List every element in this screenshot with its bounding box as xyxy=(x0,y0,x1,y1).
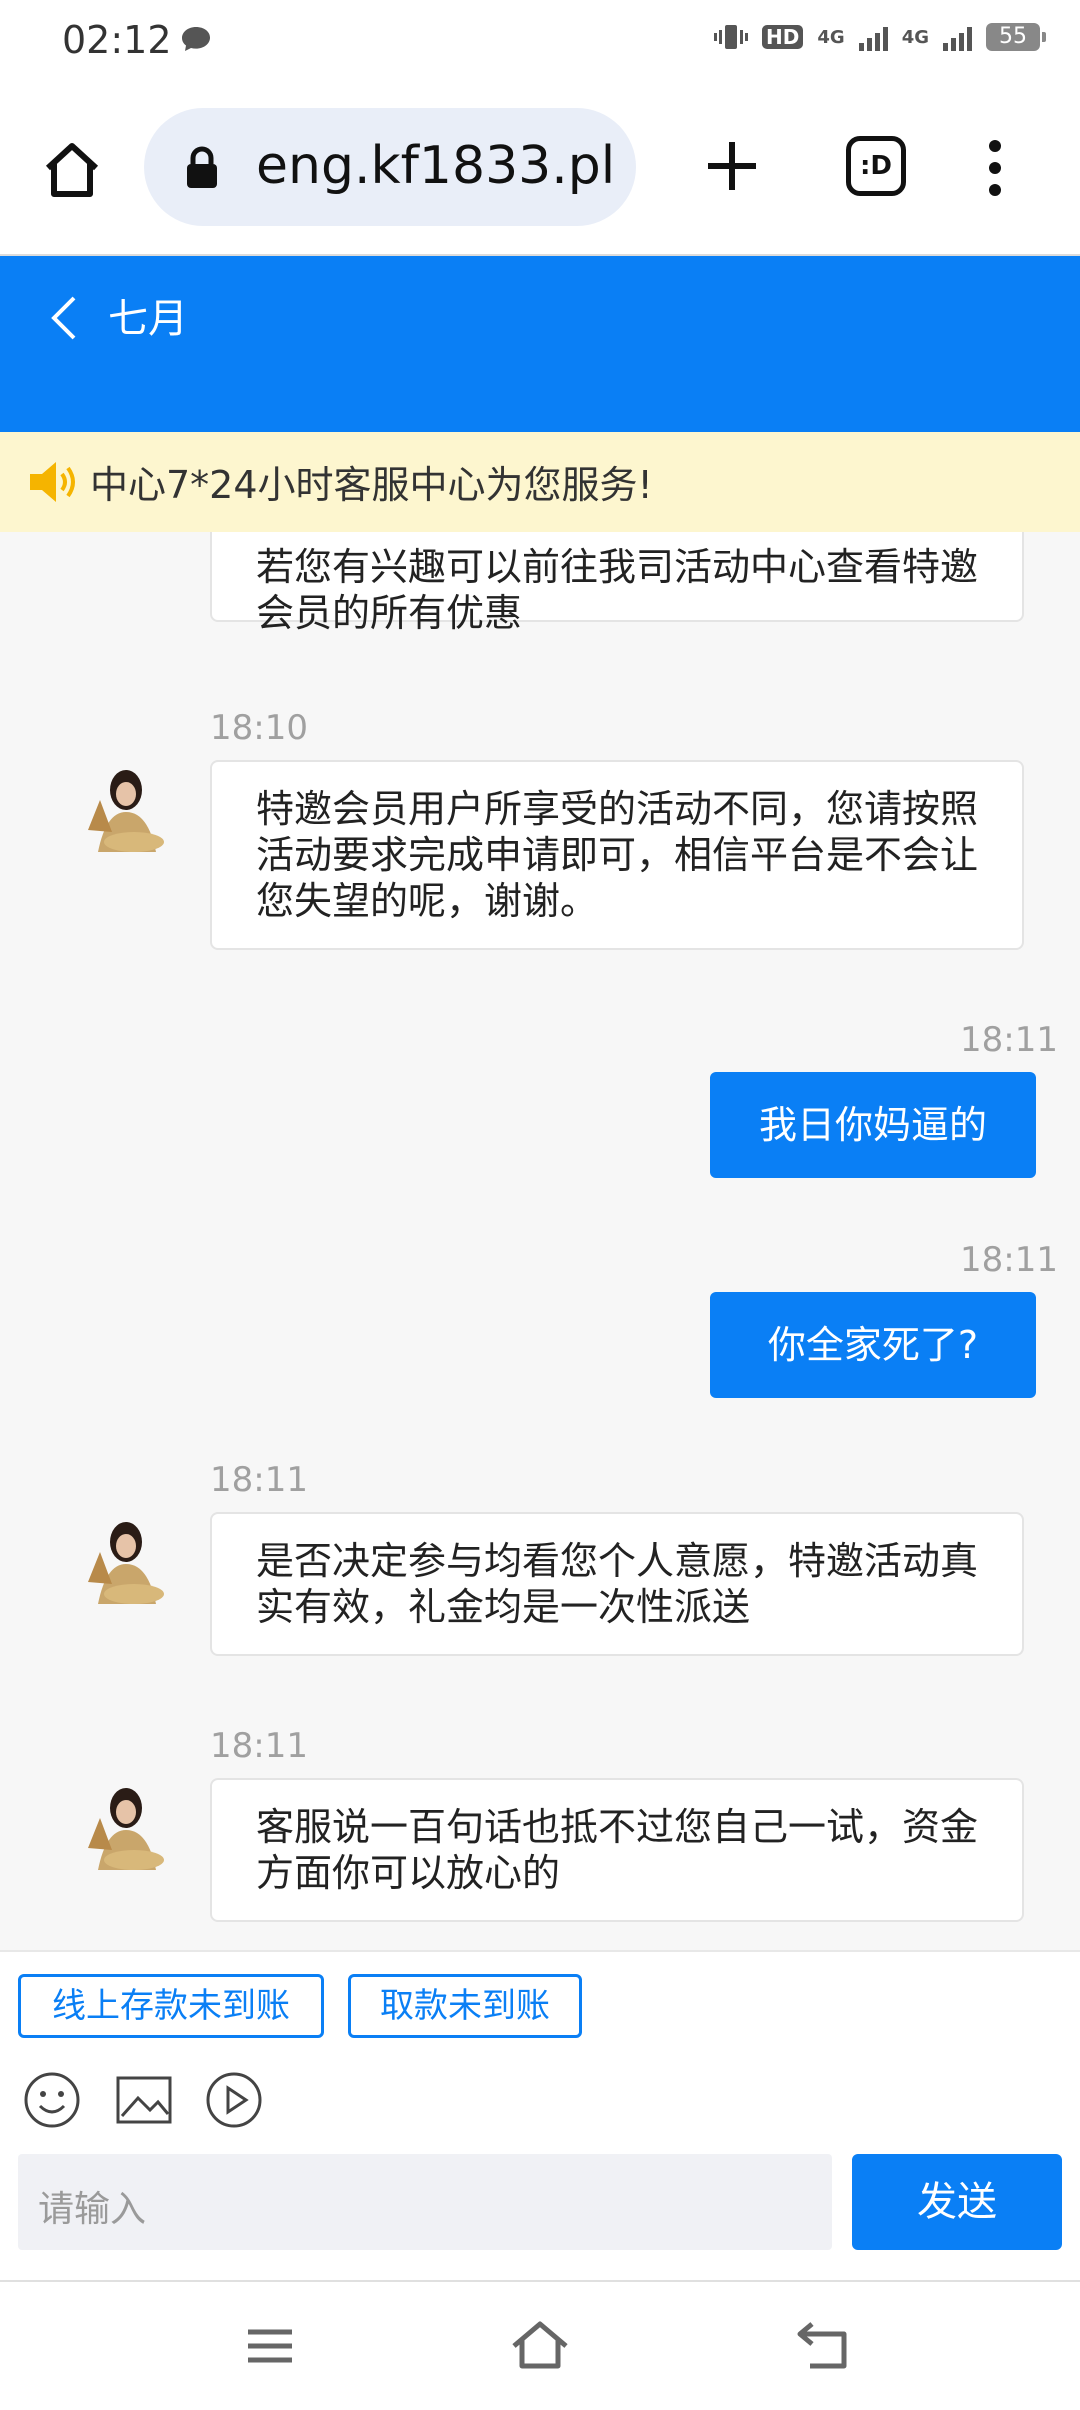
tab-switcher-button[interactable]: :D xyxy=(846,136,906,196)
announcement-text: 中心7*24小时客服中心为您服务! xyxy=(90,463,653,507)
signal-strength-icon xyxy=(858,23,888,51)
message-time: 18:10 xyxy=(210,708,308,748)
message-time: 18:11 xyxy=(210,1460,308,1500)
video-play-icon[interactable] xyxy=(204,2070,264,2130)
outgoing-message: 我日你妈逼的 xyxy=(710,1072,1036,1178)
chat-messages[interactable]: 若您有兴趣可以前往我司活动中心查看特邀会员的所有优惠 18:10 特邀会员用户所… xyxy=(0,532,1080,1950)
nav-back-icon[interactable] xyxy=(794,2318,854,2374)
incoming-message: 若您有兴趣可以前往我司活动中心查看特邀会员的所有优惠 xyxy=(210,532,1024,635)
send-button[interactable]: 发送 xyxy=(852,2154,1062,2250)
message-text: 特邀会员用户所享受的活动不同，您请按照活动要求完成申请即可，相信平台是不会让您失… xyxy=(256,787,979,923)
agent-avatar xyxy=(88,1788,164,1870)
status-icons: HD 4G 4G 55 xyxy=(714,22,1046,52)
incoming-message: 是否决定参与均看您个人意愿，特邀活动真实有效，礼金均是一次性派送 xyxy=(210,1512,1024,1656)
announcement-banner: 中心7*24小时客服中心为您服务! xyxy=(0,432,1080,532)
nav-home-icon[interactable] xyxy=(510,2318,570,2374)
incoming-message: 特邀会员用户所享受的活动不同，您请按照活动要求完成申请即可，相信平台是不会让您失… xyxy=(210,760,1024,950)
browser-toolbar: eng.kf1833.pl :D xyxy=(0,90,1080,256)
message-text: 客服说一百句话也抵不过您自己一试，资金方面你可以放心的 xyxy=(256,1805,979,1895)
back-arrow-icon[interactable] xyxy=(44,290,84,346)
new-tab-icon[interactable] xyxy=(700,134,764,198)
network-type-2: 4G xyxy=(901,26,929,48)
message-time: 18:11 xyxy=(960,1240,1058,1280)
status-bar: 02:12 HD 4G 4G 55 xyxy=(0,0,1080,90)
quick-reply-deposit[interactable]: 线上存款未到账 xyxy=(18,1974,324,2038)
message-text: 是否决定参与均看您个人意愿，特邀活动真实有效，礼金均是一次性派送 xyxy=(256,1539,979,1629)
lock-icon xyxy=(187,146,217,188)
message-input-placeholder: 请输入 xyxy=(38,2189,147,2230)
network-type-1: 4G xyxy=(817,26,845,48)
speaker-icon xyxy=(30,462,75,502)
agent-avatar xyxy=(88,1522,164,1604)
image-icon[interactable] xyxy=(114,2070,174,2130)
url-text: eng.kf1833.pl xyxy=(256,136,616,196)
chat-title: 七月 xyxy=(108,296,188,342)
message-time: 18:11 xyxy=(210,1726,308,1766)
message-text: 我日你妈逼的 xyxy=(758,1103,987,1147)
outgoing-message: 你全家死了? xyxy=(710,1292,1036,1398)
more-options-icon[interactable] xyxy=(980,136,1010,200)
message-notification-icon xyxy=(182,27,210,51)
recent-apps-icon[interactable] xyxy=(240,2318,300,2374)
message-time: 18:11 xyxy=(960,1020,1058,1060)
system-nav-bar xyxy=(0,2280,1080,2410)
message-composer: 线上存款未到账 取款未到账 请输入 发送 xyxy=(0,1950,1080,2282)
emoji-icon[interactable] xyxy=(22,2070,82,2130)
address-bar[interactable]: eng.kf1833.pl xyxy=(144,108,636,226)
signal-strength-icon-2 xyxy=(943,23,972,51)
chat-header: 七月 xyxy=(0,256,1080,432)
agent-avatar xyxy=(88,770,164,852)
vibrate-icon xyxy=(714,25,749,49)
message-text: 你全家死了? xyxy=(767,1323,979,1367)
message-text: 若您有兴趣可以前往我司活动中心查看特邀会员的所有优惠 xyxy=(256,545,979,635)
incoming-message: 客服说一百句话也抵不过您自己一试，资金方面你可以放心的 xyxy=(210,1778,1024,1922)
message-input[interactable]: 请输入 xyxy=(18,2154,832,2250)
quick-reply-withdrawal[interactable]: 取款未到账 xyxy=(348,1974,582,2038)
hd-voice-icon: HD xyxy=(762,25,804,49)
home-icon[interactable] xyxy=(40,138,104,202)
battery-indicator: 55 xyxy=(986,23,1046,51)
status-time: 02:12 xyxy=(62,18,172,62)
